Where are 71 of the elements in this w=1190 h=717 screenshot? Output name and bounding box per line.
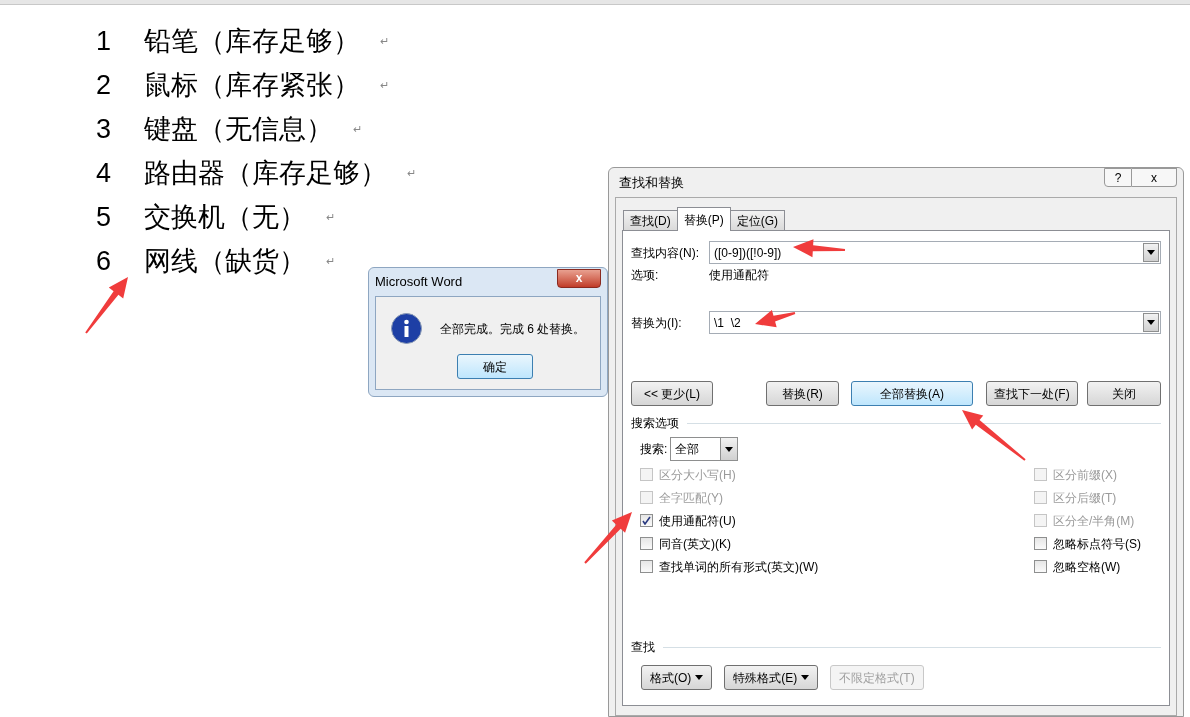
field-label: 查找内容(N): [631, 244, 700, 262]
help-button[interactable]: ? [1104, 168, 1132, 187]
dialog-button[interactable]: 格式(O) [641, 665, 713, 690]
checkbox[interactable] [1034, 537, 1047, 550]
list-number: 1 [96, 24, 113, 58]
option-label: 同音(英文)(K) [659, 535, 731, 553]
list-item-text: 交换机（无） [144, 200, 306, 234]
option-label: 全字匹配(Y) [659, 489, 723, 507]
text-field[interactable]: \1 \2 [709, 311, 1161, 334]
checkbox[interactable] [640, 514, 653, 527]
paragraph-mark: ↵ [326, 253, 335, 269]
list-number: 6 [96, 244, 113, 278]
paragraph-mark: ↵ [380, 33, 389, 49]
tab[interactable]: 定位(G) [729, 210, 785, 230]
option-label: 区分全/半角(M) [1053, 512, 1135, 530]
dropdown-button[interactable] [1143, 313, 1159, 332]
message-text: 全部完成。完成 6 处替换。 [439, 320, 586, 338]
list-item-text: 鼠标（库存紧张） [144, 68, 360, 102]
dialog-button[interactable]: 确定 [457, 354, 533, 379]
annotation-arrow [584, 512, 632, 564]
caret-icon [725, 446, 734, 452]
annotation-arrow [962, 410, 1026, 461]
checkbox[interactable] [1034, 560, 1047, 573]
window-title: Microsoft Word [375, 273, 463, 292]
tab[interactable]: 替换(P) [676, 207, 731, 231]
close-button[interactable]: x [1132, 168, 1177, 187]
option-label: 查找单词的所有形式(英文)(W) [659, 558, 819, 576]
search-label: 搜索: [640, 441, 668, 458]
info-icon [390, 313, 422, 344]
checkbox[interactable] [640, 560, 653, 573]
field-label: 替换为(I): [631, 314, 683, 332]
list-item-text: 键盘（无信息） [144, 112, 333, 146]
dropdown-button[interactable] [1143, 243, 1159, 262]
paragraph-mark: ↵ [326, 209, 335, 225]
section-title: 查找 [631, 639, 655, 656]
option-label: 区分后缀(T) [1053, 489, 1117, 507]
paragraph-mark: ↵ [407, 165, 416, 181]
annotation-arrow [85, 277, 128, 334]
option-label: 忽略空格(W) [1053, 558, 1121, 576]
dialog-button[interactable]: 查找下一处(F) [986, 381, 1078, 406]
list-number: 4 [96, 156, 113, 190]
caret-icon [1147, 320, 1155, 325]
list-number: 3 [96, 112, 113, 146]
list-item-text: 网线（缺货） [144, 244, 306, 278]
dialog-button[interactable]: 全部替换(A) [851, 381, 973, 406]
option-label: 区分大小写(H) [659, 466, 736, 484]
list-item-text: 路由器（库存足够） [144, 156, 387, 190]
annotation-arrow [793, 239, 846, 258]
search-dropdown[interactable]: 全部 [670, 437, 739, 461]
option-label: 忽略标点符号(S) [1053, 535, 1141, 553]
window-title: 查找和替换 [618, 173, 684, 192]
list-item-text: 铅笔（库存足够） [144, 24, 360, 58]
dialog-button[interactable]: << 更少(L) [631, 381, 713, 406]
section-title: 搜索选项 [631, 415, 679, 432]
tab[interactable]: 查找(D) [623, 210, 678, 230]
checkbox[interactable] [640, 537, 653, 550]
dialog-button[interactable]: 替换(R) [766, 381, 839, 406]
checkmark-icon [642, 516, 651, 525]
text-field[interactable]: ([0-9])([!0-9]) [709, 241, 1161, 264]
options-value: 使用通配符 [709, 267, 769, 284]
dialog-button[interactable]: 特殊格式(E) [724, 665, 819, 690]
annotation-arrow [755, 310, 796, 328]
paragraph-mark: ↵ [353, 121, 362, 137]
paragraph-mark: ↵ [380, 77, 389, 93]
option-label: 区分前缀(X) [1053, 466, 1117, 484]
options-label: 选项: [631, 267, 660, 284]
caret-icon [1147, 250, 1155, 255]
option-label: 使用通配符(U) [659, 512, 736, 530]
list-number: 5 [96, 200, 113, 234]
list-number: 2 [96, 68, 113, 102]
dialog-button[interactable]: 关闭 [1087, 381, 1161, 406]
